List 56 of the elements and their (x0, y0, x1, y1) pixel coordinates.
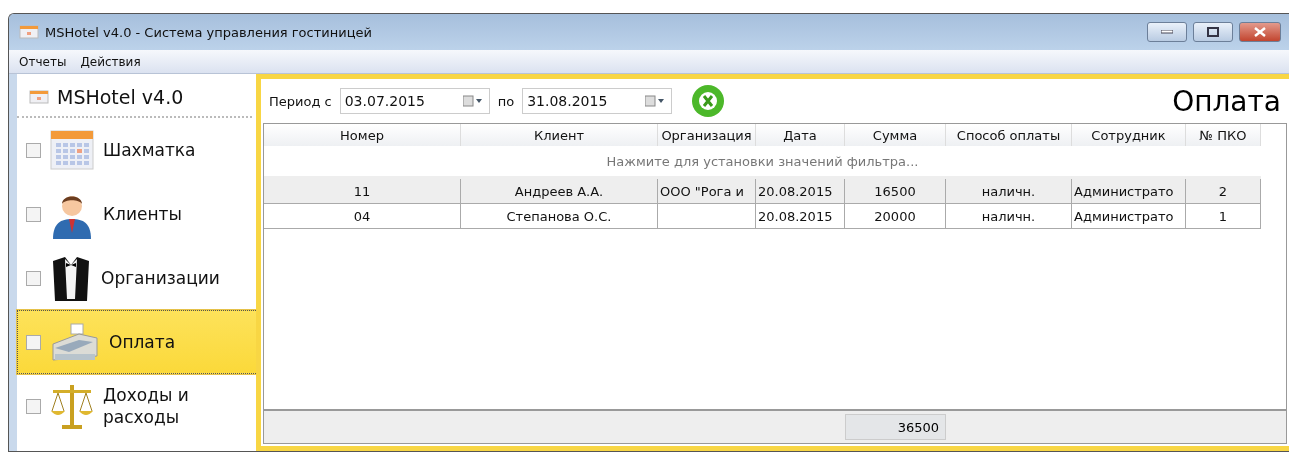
table-cell: Степанова О.С. (461, 204, 658, 229)
calendar-icon (29, 90, 49, 104)
minimize-button[interactable] (1147, 22, 1187, 42)
sidebar-item[interactable]: Оплата (17, 310, 258, 374)
maximize-icon (1207, 27, 1219, 37)
column-header[interactable]: Сумма (845, 124, 946, 146)
cash-register-icon (49, 322, 101, 362)
calendar-icon (49, 127, 95, 173)
checkbox[interactable] (26, 206, 41, 222)
menu-item[interactable]: Отчеты (19, 54, 67, 69)
sidebar-title: MSHotel v4.0 (57, 86, 184, 108)
table-cell: 04 (264, 204, 461, 229)
menu-item[interactable]: Действия (80, 54, 141, 69)
calendar-dropdown-icon (645, 95, 666, 107)
calendar-dropdown-icon (462, 95, 483, 107)
close-button[interactable] (1239, 22, 1281, 42)
sidebar-item[interactable]: Доходы и расходы (17, 374, 256, 438)
to-label: по (497, 93, 515, 109)
maximize-button[interactable] (1193, 22, 1233, 42)
checkbox[interactable] (26, 270, 41, 286)
column-header[interactable]: Клиент (461, 124, 658, 146)
column-header[interactable]: Дата (756, 124, 845, 146)
sidebar-item[interactable]: Шахматка (17, 118, 256, 182)
excel-export-icon[interactable] (690, 83, 727, 119)
table-cell: Администрато (1072, 204, 1186, 229)
sidebar-item[interactable]: Клиенты (17, 182, 256, 246)
checkbox[interactable] (26, 334, 41, 350)
date-field[interactable]: 03.07.2015 (339, 88, 490, 114)
table-cell: Андреев А.А. (461, 179, 658, 204)
table-cell: наличн. (946, 204, 1072, 229)
table-cell: 20.08.2015 (756, 204, 845, 229)
table-cell: 2 (1186, 179, 1261, 204)
table-cell: 20000 (845, 204, 946, 229)
table-cell: 16500 (845, 179, 946, 204)
calendar-icon (19, 25, 39, 39)
checkbox[interactable] (26, 142, 41, 158)
column-header[interactable]: Номер (264, 124, 461, 146)
table-cell: ООО "Рога и (658, 179, 756, 204)
table-cell: Администрато (1072, 179, 1186, 204)
date-field[interactable]: 31.08.2015 (522, 88, 673, 114)
checkbox[interactable] (26, 398, 41, 414)
table-cell: 20.08.2015 (756, 179, 845, 204)
table-cell: 1 (1186, 204, 1261, 229)
sidebar-item[interactable]: Организации (17, 246, 256, 310)
close-icon (1254, 27, 1266, 37)
minimize-icon (1161, 30, 1173, 34)
period-label: Период с (269, 93, 332, 109)
column-header[interactable]: № ПКО (1186, 124, 1261, 146)
table-cell: 11 (264, 179, 461, 204)
table-cell: наличн. (946, 179, 1072, 204)
page-title: Оплата (1172, 84, 1281, 118)
total-sum: 36500 (845, 414, 946, 440)
column-header[interactable]: Организация (658, 124, 756, 146)
window-title: MSHotel v4.0 - Система управления гостиницей (45, 24, 373, 40)
column-header[interactable]: Способ оплаты (946, 124, 1072, 146)
column-header[interactable]: Сотрудник (1072, 124, 1186, 146)
